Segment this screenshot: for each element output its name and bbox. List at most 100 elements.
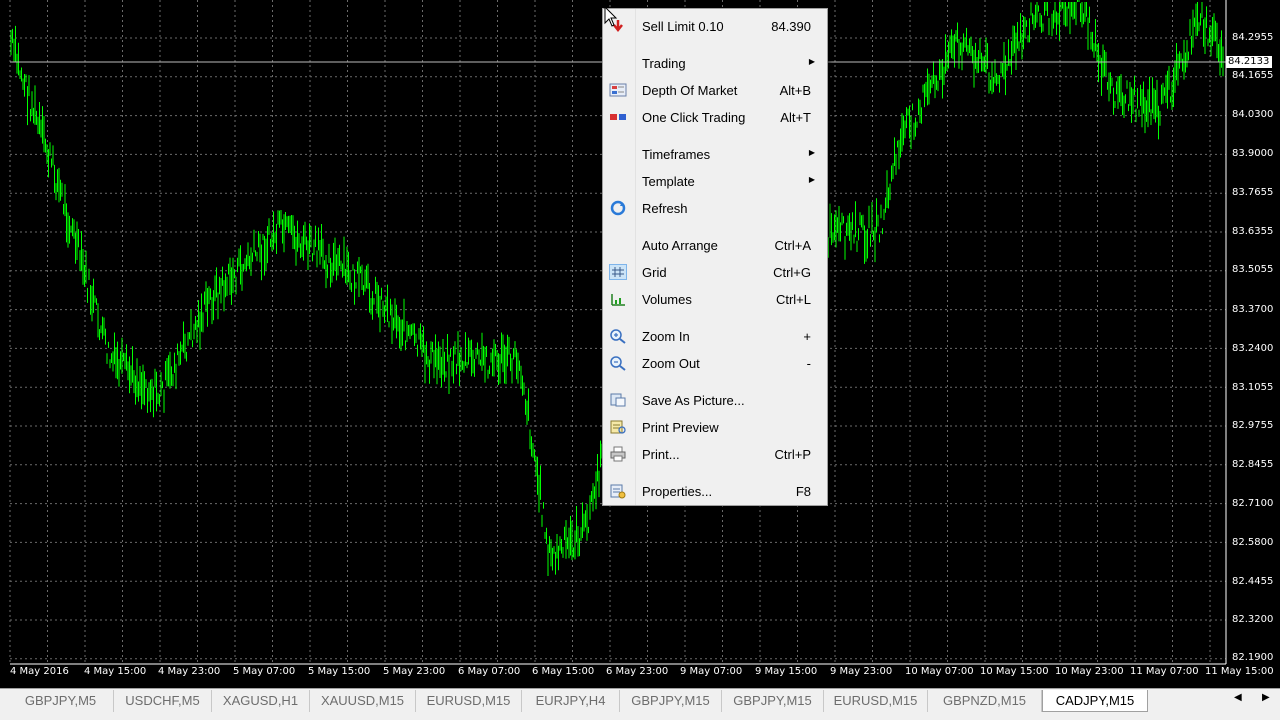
menu-item-label: Volumes	[642, 292, 692, 307]
menu-item-label: Properties...	[642, 484, 713, 499]
menu-item-timeframes[interactable]: Timeframes ▶	[603, 143, 827, 165]
price-tick: 83.5055	[1232, 264, 1274, 275]
time-tick: 4 May 23:00	[158, 666, 221, 677]
menu-item-label: Trading	[642, 56, 686, 71]
price-tick: 82.8455	[1232, 459, 1274, 470]
time-tick: 9 May 15:00	[755, 666, 818, 677]
time-tick: 6 May 23:00	[606, 666, 669, 677]
mouse-cursor-icon	[604, 5, 618, 32]
time-tick: 5 May 15:00	[308, 666, 371, 677]
scroll-right-icon[interactable]: ▶	[1262, 692, 1270, 703]
menu-item-save-as-picture[interactable]: Save As Picture...	[603, 389, 827, 411]
time-tick: 5 May 23:00	[383, 666, 446, 677]
price-tick: 82.1900	[1232, 652, 1274, 663]
chart-tab[interactable]: XAGUSD,H1	[212, 690, 310, 712]
price-tick: 84.2955	[1232, 32, 1274, 43]
time-tick: 9 May 07:00	[680, 666, 743, 677]
chart-tab[interactable]: GBPJPY,M15	[722, 690, 824, 712]
time-tick: 10 May 23:00	[1055, 666, 1124, 677]
menu-item-label: Print Preview	[642, 420, 719, 435]
chart-context-menu: Sell Limit 0.10 84.390 Trading ▶ Depth O…	[602, 8, 828, 506]
time-tick: 11 May 15:00	[1205, 666, 1274, 677]
menu-item-label: Zoom In	[642, 329, 690, 344]
current-price-tag: 84.2133	[1226, 56, 1272, 68]
price-tick: 83.7655	[1232, 187, 1274, 198]
menu-item-label: Save As Picture...	[642, 393, 745, 408]
menu-item-trading[interactable]: Trading ▶	[603, 52, 827, 74]
time-tick: 5 May 07:00	[233, 666, 296, 677]
chart-tab[interactable]: GBPJPY,M5	[8, 690, 114, 712]
price-tick: 82.9755	[1232, 420, 1274, 431]
menu-item-label: Zoom Out	[642, 356, 700, 371]
submenu-arrow-icon: ▶	[808, 175, 815, 184]
menu-item-label: One Click Trading	[642, 110, 746, 125]
menu-item-label: Sell Limit 0.10	[642, 19, 724, 34]
save-picture-icon	[609, 392, 627, 408]
menu-item-label: Auto Arrange	[642, 238, 718, 253]
scroll-left-icon[interactable]: ◀	[1234, 692, 1242, 703]
menu-item-print-preview[interactable]: Print Preview	[603, 416, 827, 438]
properties-icon	[609, 483, 627, 499]
time-tick: 9 May 23:00	[830, 666, 893, 677]
price-tick: 84.0300	[1232, 109, 1274, 120]
menu-item-shortcut: Ctrl+G	[773, 265, 811, 280]
chart-tab[interactable]: GBPNZD,M15	[928, 690, 1042, 712]
price-tick: 83.2400	[1232, 343, 1274, 354]
chart-tab[interactable]: EURUSD,M15	[824, 690, 928, 712]
one-click-trading-icon	[609, 109, 627, 125]
chart-tab[interactable]: GBPJPY,M15	[620, 690, 722, 712]
menu-item-shortcut: Ctrl+A	[774, 238, 811, 253]
menu-item-shortcut: Ctrl+L	[775, 292, 811, 307]
price-tick: 83.3700	[1232, 304, 1274, 315]
menu-item-refresh[interactable]: Refresh	[603, 197, 827, 219]
chart-tab[interactable]: EURUSD,M15	[416, 690, 522, 712]
menu-item-label: Depth Of Market	[642, 83, 738, 98]
price-tick: 84.1655	[1232, 70, 1274, 81]
chart-tab-active[interactable]: CADJPY,M15	[1042, 690, 1148, 712]
menu-item-label: Template	[642, 174, 695, 189]
time-tick: 4 May 15:00	[84, 666, 147, 677]
menu-item-sell-limit[interactable]: Sell Limit 0.10 84.390	[603, 15, 827, 37]
menu-item-label: Refresh	[642, 201, 688, 216]
menu-item-shortcut: Alt+T	[780, 110, 811, 125]
menu-item-zoom-out[interactable]: Zoom Out -	[603, 352, 827, 374]
submenu-arrow-icon: ▶	[808, 148, 815, 157]
menu-item-shortcut: Ctrl+P	[774, 447, 811, 462]
menu-item-shortcut: F8	[795, 484, 811, 499]
menu-item-volumes[interactable]: Volumes Ctrl+L	[603, 288, 827, 310]
chart-tab-bar: GBPJPY,M5 USDCHF,M5 XAGUSD,H1 XAUUSD,M15…	[0, 688, 1280, 720]
chart-tab[interactable]: EURJPY,H4	[522, 690, 620, 712]
menu-item-depth-of-market[interactable]: Depth Of Market Alt+B	[603, 79, 827, 101]
menu-item-label: Timeframes	[642, 147, 711, 162]
menu-item-zoom-in[interactable]: Zoom In +	[603, 325, 827, 347]
printer-icon	[609, 446, 627, 462]
menu-item-one-click-trading[interactable]: One Click Trading Alt+T	[603, 106, 827, 128]
price-tick: 82.7100	[1232, 498, 1274, 509]
menu-item-auto-arrange[interactable]: Auto Arrange Ctrl+A	[603, 234, 827, 256]
menu-item-shortcut: Alt+B	[779, 83, 811, 98]
time-tick: 10 May 15:00	[980, 666, 1049, 677]
menu-item-print[interactable]: Print... Ctrl+P	[603, 443, 827, 465]
price-tick: 83.1055	[1232, 382, 1274, 393]
time-tick: 6 May 07:00	[458, 666, 521, 677]
menu-item-shortcut: +	[803, 329, 811, 344]
print-preview-icon	[609, 419, 627, 435]
zoom-out-icon	[609, 355, 627, 371]
menu-item-grid[interactable]: Grid Ctrl+G	[603, 261, 827, 283]
time-tick: 6 May 15:00	[532, 666, 595, 677]
chart-tab[interactable]: USDCHF,M5	[114, 690, 212, 712]
refresh-icon	[609, 200, 627, 216]
price-tick: 83.6355	[1232, 226, 1274, 237]
submenu-arrow-icon: ▶	[808, 57, 815, 66]
price-tick: 82.3200	[1232, 614, 1274, 625]
zoom-in-icon	[609, 328, 627, 344]
menu-item-label: Print...	[642, 447, 680, 462]
time-tick: 10 May 07:00	[905, 666, 974, 677]
menu-item-shortcut: -	[806, 356, 811, 371]
price-tick: 82.4455	[1232, 576, 1274, 587]
menu-item-label: Grid	[642, 265, 667, 280]
menu-item-properties[interactable]: Properties... F8	[603, 480, 827, 502]
depth-of-market-icon	[609, 82, 627, 98]
chart-tab[interactable]: XAUUSD,M15	[310, 690, 416, 712]
menu-item-template[interactable]: Template ▶	[603, 170, 827, 192]
